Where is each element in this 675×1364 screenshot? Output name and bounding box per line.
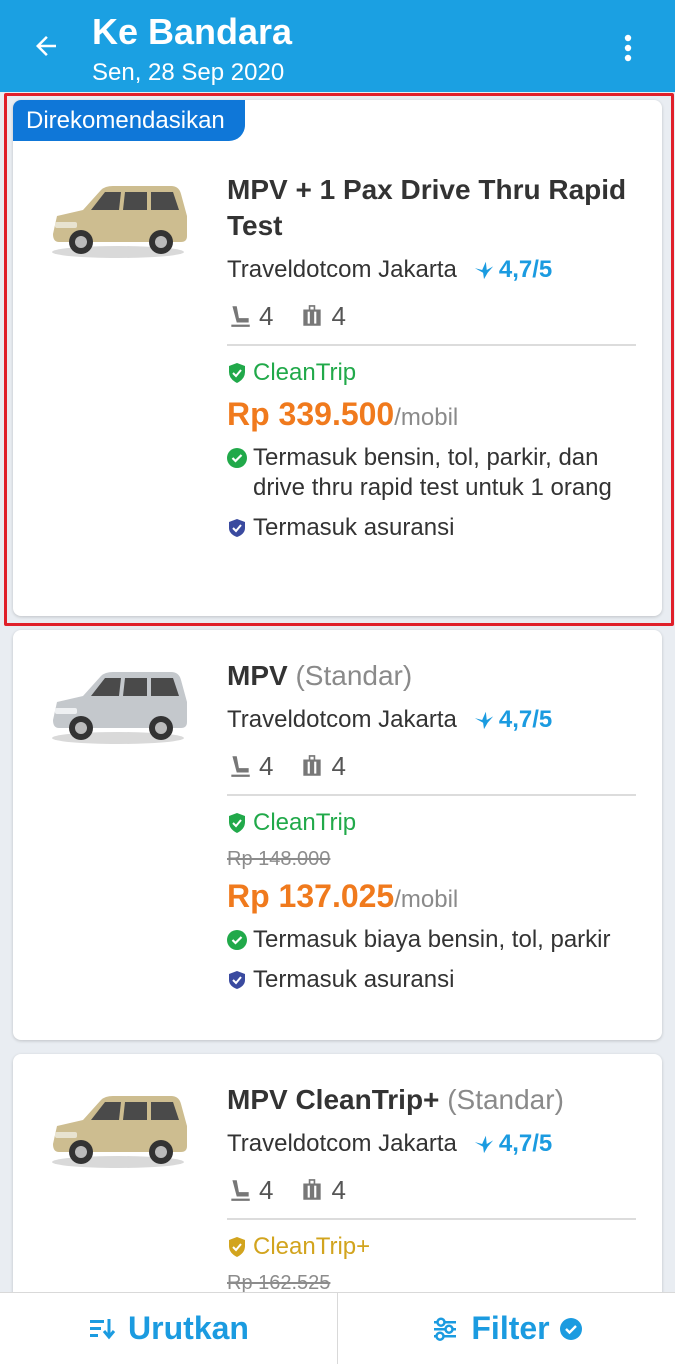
more-options-button[interactable] [606, 28, 650, 68]
bottom-action-bar: Urutkan Filter [0, 1292, 675, 1364]
car-name: MPV CleanTrip+ (Standar) [227, 1084, 564, 1115]
app-bar: Ke Bandara Sen, 28 Sep 2020 [0, 0, 675, 92]
sort-button[interactable]: Urutkan [0, 1293, 337, 1364]
cleantrip-label: CleanTrip+ [253, 1233, 371, 1260]
car-card[interactable]: MPV CleanTrip+ (Standar) Traveldotcom Ja… [13, 1054, 662, 1314]
rating: 4,7/5 [498, 706, 553, 733]
car-image [52, 672, 187, 744]
car-name: MPV (Standar) [227, 660, 413, 691]
bird-icon [474, 1135, 494, 1154]
divider [227, 794, 636, 796]
seat-count: 4 [259, 1174, 274, 1205]
divider [227, 1218, 636, 1220]
provider-row: Traveldotcom Jakarta 4,7/5 [227, 704, 636, 736]
more-vertical-icon [624, 34, 632, 62]
includes-text: Termasuk biaya bensin, tol, parkir [253, 926, 611, 953]
card-content: MPV (Standar) Traveldotcom Jakarta 4,7/5… [227, 658, 636, 995]
filter-label: Filter [471, 1310, 550, 1346]
cleantrip-label: CleanTrip [253, 809, 357, 836]
car-card[interactable]: MPV (Standar) Traveldotcom Jakarta 4,7/5… [13, 630, 662, 1040]
price-row: Rp 137.025 /mobil [227, 878, 636, 915]
filter-button[interactable]: Filter [338, 1293, 675, 1364]
check-circle-icon [559, 1317, 582, 1340]
seat-icon [231, 1180, 250, 1201]
card-content: MPV CleanTrip+ (Standar) Traveldotcom Ja… [227, 1082, 636, 1296]
capacity-row: 4 4 [227, 748, 636, 784]
rating: 4,7/5 [498, 1130, 553, 1157]
luggage-count: 4 [331, 1174, 346, 1205]
insurance-text: Termasuk asuransi [253, 966, 455, 993]
luggage-icon [303, 1179, 322, 1200]
sort-label: Urutkan [128, 1310, 249, 1346]
seat-count: 4 [259, 750, 274, 781]
seat-icon [231, 756, 250, 777]
shield-check-icon [229, 813, 245, 833]
back-button[interactable] [22, 26, 70, 66]
luggage-count: 4 [331, 750, 346, 781]
selection-highlight [4, 93, 674, 626]
price-unit: /mobil [394, 886, 459, 913]
shield-check-icon [229, 1237, 245, 1257]
provider-row: Traveldotcom Jakarta 4,7/5 [227, 1128, 636, 1160]
page-title: Ke Bandara [92, 11, 293, 52]
capacity-row: 4 4 [227, 1172, 636, 1208]
car-type: (Standar) [295, 660, 413, 691]
shield-icon [229, 971, 245, 989]
luggage-icon [303, 755, 322, 776]
includes-row: Termasuk biaya bensin, tol, parkir [227, 925, 636, 955]
cleantrip-row: CleanTrip [227, 806, 636, 840]
original-price: Rp 148.000 [227, 848, 331, 870]
filter-sliders-icon [434, 1316, 457, 1341]
bird-icon [474, 711, 494, 730]
provider-name: Traveldotcom Jakarta [227, 706, 457, 733]
sort-icon [90, 1318, 116, 1339]
car-type: (Standar) [447, 1084, 564, 1115]
provider-name: Traveldotcom Jakarta [227, 1130, 457, 1157]
car-image [52, 1096, 187, 1168]
cleantrip-plus-row: CleanTrip+ [227, 1230, 636, 1264]
arrow-back-icon [36, 36, 56, 56]
insurance-row: Termasuk asuransi [227, 965, 636, 995]
page-subtitle: Sen, 28 Sep 2020 [92, 59, 285, 86]
price: Rp 137.025 [227, 878, 395, 914]
check-circle-icon [227, 930, 247, 950]
